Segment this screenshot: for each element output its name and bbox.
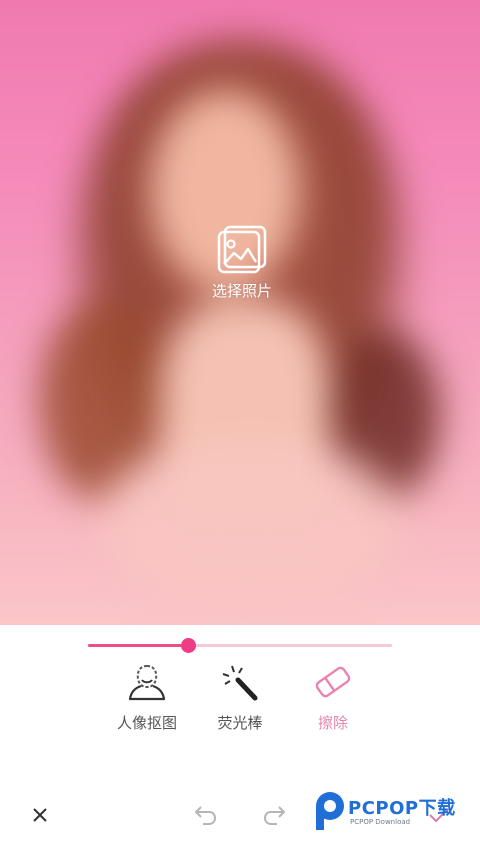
magic-wand-icon <box>222 665 258 701</box>
slider-thumb[interactable] <box>181 638 196 653</box>
tool-label-portrait-cutout: 人像抠图 <box>116 714 177 732</box>
brush-size-slider[interactable] <box>88 636 392 656</box>
redo-button[interactable] <box>261 800 291 830</box>
select-photo-button[interactable]: 选择照片 <box>200 222 284 301</box>
close-button[interactable] <box>25 800 55 830</box>
tool-portrait-cutout[interactable]: 人像抠图 <box>102 662 192 733</box>
watermark: PCPOP下载 PCPOP Download <box>312 788 472 834</box>
undo-button[interactable] <box>189 800 219 830</box>
undo-icon <box>194 806 217 825</box>
blurred-portrait-background <box>0 0 480 625</box>
watermark-text: PCPOP下载 <box>348 798 456 819</box>
tool-magic-wand[interactable]: 荧光棒 <box>195 662 285 733</box>
tool-label-magic-wand: 荧光棒 <box>217 714 263 732</box>
shoulder-shape <box>100 440 400 600</box>
slider-fill <box>88 644 188 647</box>
close-icon <box>33 808 47 822</box>
eraser-icon <box>315 666 351 698</box>
photo-gallery-icon <box>217 225 267 274</box>
tool-label-eraser: 擦除 <box>317 714 348 732</box>
tool-bar: 人像抠图 荧光棒 擦除 <box>0 662 480 742</box>
redo-icon <box>263 806 286 825</box>
tool-eraser[interactable]: 擦除 <box>288 662 378 733</box>
person-outline-icon <box>128 664 166 701</box>
watermark-subtext: PCPOP Download <box>350 818 411 826</box>
pcpop-logo-icon <box>316 792 344 830</box>
select-photo-label: 选择照片 <box>211 282 272 300</box>
photo-canvas[interactable]: 选择照片 <box>0 0 480 625</box>
